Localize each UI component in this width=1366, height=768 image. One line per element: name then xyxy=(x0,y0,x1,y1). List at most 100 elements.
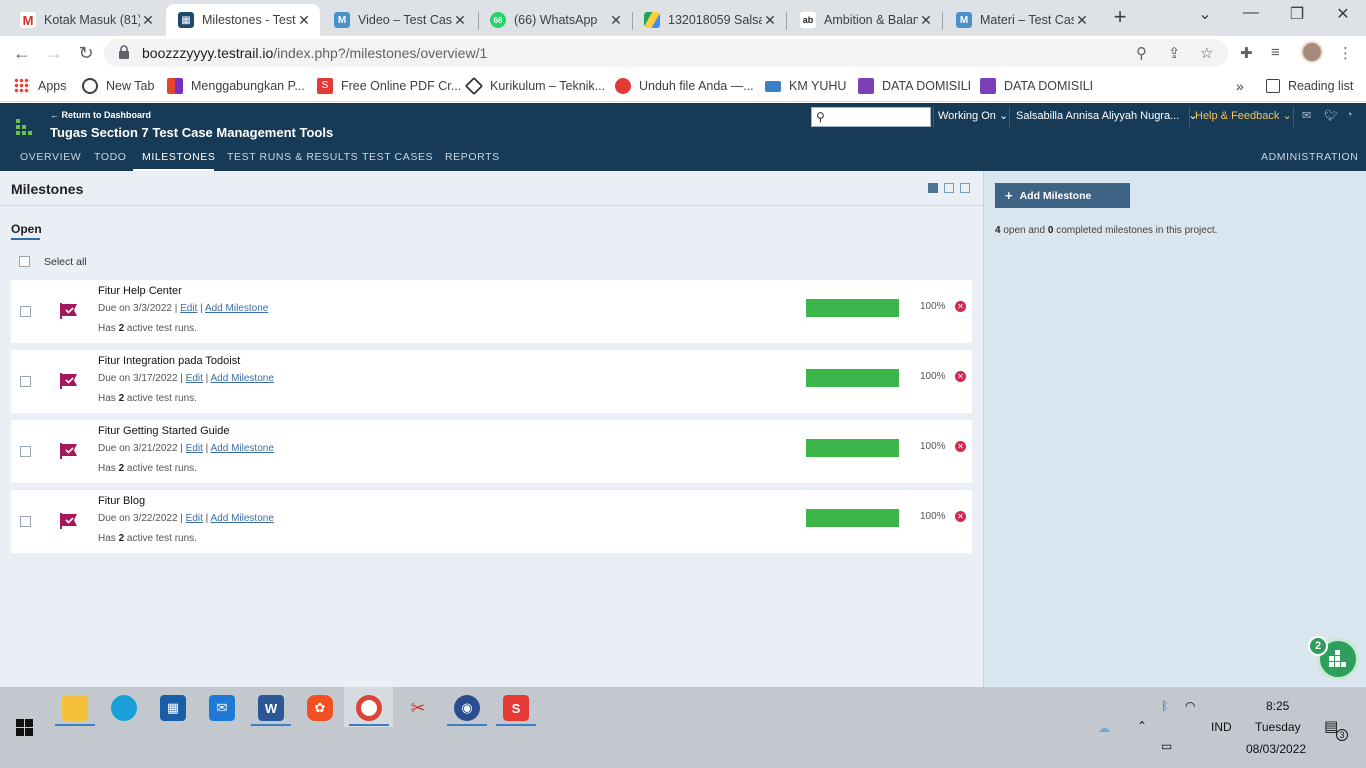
store-icon[interactable]: ▦ xyxy=(160,695,186,721)
milestone-name[interactable]: Fitur Integration pada Todoist xyxy=(98,355,240,367)
chrome-icon[interactable] xyxy=(356,695,382,721)
milestone-name[interactable]: Fitur Help Center xyxy=(98,285,182,297)
search-input[interactable]: ⚲ xyxy=(811,107,931,127)
clock-day[interactable]: Tuesday xyxy=(1255,720,1301,734)
twitter-icon[interactable]: 🐦︎ xyxy=(1324,109,1338,122)
menu-icon[interactable]: ⋮ xyxy=(1338,44,1353,62)
tab-ambition[interactable]: ab Ambition & Balan ✕ xyxy=(788,4,942,36)
bookmark-km-yuhu[interactable]: KM YUHU xyxy=(765,76,846,96)
add-milestone-link[interactable]: Add Milestone xyxy=(211,443,274,454)
nav-test-cases[interactable]: TEST CASES xyxy=(362,151,433,163)
minimize-button[interactable]: — xyxy=(1228,4,1274,22)
tray-expand-icon[interactable]: ⌃ xyxy=(1137,719,1147,733)
return-to-dashboard-link[interactable]: ← Return to Dashboard xyxy=(50,110,151,120)
milestone-checkbox[interactable] xyxy=(20,516,31,527)
word-icon[interactable]: W xyxy=(258,695,284,721)
forward-button[interactable]: → xyxy=(42,42,66,64)
select-all-checkbox[interactable] xyxy=(19,256,30,267)
close-window-button[interactable]: ✕ xyxy=(1320,4,1366,24)
media-control-icon[interactable]: ≡ xyxy=(1271,44,1280,61)
zoom-icon[interactable]: ⚲ xyxy=(1136,44,1147,62)
edge-icon[interactable] xyxy=(111,695,137,721)
delete-icon[interactable]: ✕ xyxy=(955,301,966,312)
help-feedback-dropdown[interactable]: Help & Feedback ⌄ xyxy=(1195,109,1292,122)
view-details-icon[interactable] xyxy=(944,183,954,193)
testrail-logo-icon[interactable] xyxy=(16,119,32,135)
bookmark-data-domisili-1[interactable]: DATA DOMISILI xyxy=(858,76,971,96)
nav-overview[interactable]: OVERVIEW xyxy=(20,151,81,163)
delete-icon[interactable]: ✕ xyxy=(955,511,966,522)
close-icon[interactable]: ✕ xyxy=(452,12,468,29)
more-bookmarks-icon[interactable]: » xyxy=(1236,76,1244,96)
reading-list[interactable]: Reading list xyxy=(1266,76,1353,96)
bookmark-apps[interactable]: Apps xyxy=(14,76,67,96)
select-all-label[interactable]: Select all xyxy=(44,256,87,268)
close-icon[interactable]: ✕ xyxy=(608,12,624,29)
share-icon[interactable]: ⇪ xyxy=(1168,44,1181,62)
reload-button[interactable]: ↻ xyxy=(74,42,98,64)
delete-icon[interactable]: ✕ xyxy=(955,371,966,382)
milestone-name[interactable]: Fitur Blog xyxy=(98,495,145,507)
add-milestone-link[interactable]: Add Milestone xyxy=(211,373,274,384)
clock-time[interactable]: 8:25 xyxy=(1266,699,1289,713)
file-explorer-icon[interactable] xyxy=(62,695,88,721)
tab-materi[interactable]: M Materi – Test Cas ✕ xyxy=(944,4,1098,36)
mail-app-icon[interactable]: ✉ xyxy=(209,695,235,721)
close-icon[interactable]: ✕ xyxy=(296,12,312,29)
nav-milestones[interactable]: MILESTONES xyxy=(142,151,216,163)
snipping-tool-icon[interactable]: ✂ xyxy=(405,695,431,721)
add-milestone-link[interactable]: Add Milestone xyxy=(205,303,268,314)
view-compact-icon[interactable] xyxy=(928,183,938,193)
close-icon[interactable]: ✕ xyxy=(918,12,934,29)
profile-avatar[interactable] xyxy=(1301,41,1323,63)
wifi-icon[interactable]: ◠ xyxy=(1185,699,1195,713)
close-icon[interactable]: ✕ xyxy=(1074,12,1090,29)
close-icon[interactable]: ✕ xyxy=(762,12,778,29)
bookmark-new-tab[interactable]: New Tab xyxy=(82,76,154,96)
bluetooth-icon[interactable]: ᛒ xyxy=(1161,699,1168,713)
milestone-checkbox[interactable] xyxy=(20,306,31,317)
tab-gmail[interactable]: M Kotak Masuk (81) ✕ xyxy=(8,4,164,36)
milestone-name[interactable]: Fitur Getting Started Guide xyxy=(98,425,229,437)
new-tab-button[interactable]: + xyxy=(1108,6,1132,30)
edit-link[interactable]: Edit xyxy=(186,513,203,524)
add-milestone-link[interactable]: Add Milestone xyxy=(211,513,274,524)
milestone-checkbox[interactable] xyxy=(20,446,31,457)
tab-whatsapp[interactable]: 66 (66) WhatsApp ✕ xyxy=(478,4,632,36)
edit-link[interactable]: Edit xyxy=(180,303,197,314)
tab-drive[interactable]: 132018059 Salsa ✕ xyxy=(632,4,786,36)
nav-administration[interactable]: ADMINISTRATION xyxy=(1261,151,1358,163)
nav-reports[interactable]: REPORTS xyxy=(445,151,500,163)
bookmark-kurikulum[interactable]: Kurikulum – Teknik... xyxy=(464,76,605,96)
delete-icon[interactable]: ✕ xyxy=(955,441,966,452)
extensions-icon[interactable]: ✚ xyxy=(1240,44,1253,62)
bookmark-unduh[interactable]: Unduh file Anda —... xyxy=(615,76,754,96)
view-list-icon[interactable] xyxy=(960,183,970,193)
bookmark-free-pdf[interactable]: S Free Online PDF Cr... xyxy=(317,76,461,96)
clock-date[interactable]: 08/03/2022 xyxy=(1246,742,1306,756)
close-icon[interactable]: ✕ xyxy=(140,12,156,29)
edit-link[interactable]: Edit xyxy=(186,443,203,454)
windows-start-icon[interactable] xyxy=(16,719,33,736)
tab-search-icon[interactable]: ⌄ xyxy=(1182,4,1228,24)
battery-icon[interactable]: ▭ xyxy=(1161,739,1172,753)
bookmark-data-domisili-2[interactable]: DATA DOMISILI xyxy=(980,76,1093,96)
nav-test-runs-results[interactable]: TEST RUNS & RESULTS xyxy=(227,151,358,163)
edit-link[interactable]: Edit xyxy=(186,373,203,384)
add-milestone-button[interactable]: + Add Milestone xyxy=(995,183,1130,208)
s-app-icon[interactable]: S xyxy=(503,695,529,721)
nav-todo[interactable]: TODO xyxy=(94,151,127,163)
bookmark-star-icon[interactable]: ☆ xyxy=(1200,44,1213,62)
address-bar[interactable]: boozzzyyyy.testrail.io/index.php?/milest… xyxy=(104,39,1228,67)
tab-milestones[interactable]: ▦ Milestones - Test ✕ xyxy=(166,4,320,36)
restore-button[interactable]: ❐ xyxy=(1274,4,1320,24)
mail-icon[interactable]: ✉ xyxy=(1302,109,1311,122)
rss-icon[interactable]: ◔ xyxy=(1346,109,1353,121)
tab-video[interactable]: M Video – Test Case ✕ xyxy=(322,4,476,36)
user-dropdown[interactable]: Salsabilla Annisa Aliyyah Nugra... ⌄ xyxy=(1016,109,1198,122)
working-on-dropdown[interactable]: Working On ⌄ xyxy=(938,109,1008,122)
app-icon[interactable]: ◉ xyxy=(454,695,480,721)
weather-icon[interactable]: ☁ xyxy=(1098,721,1110,735)
language-indicator[interactable]: IND xyxy=(1211,720,1232,734)
bookmark-menggabungkan[interactable]: Menggabungkan P... xyxy=(167,76,305,96)
